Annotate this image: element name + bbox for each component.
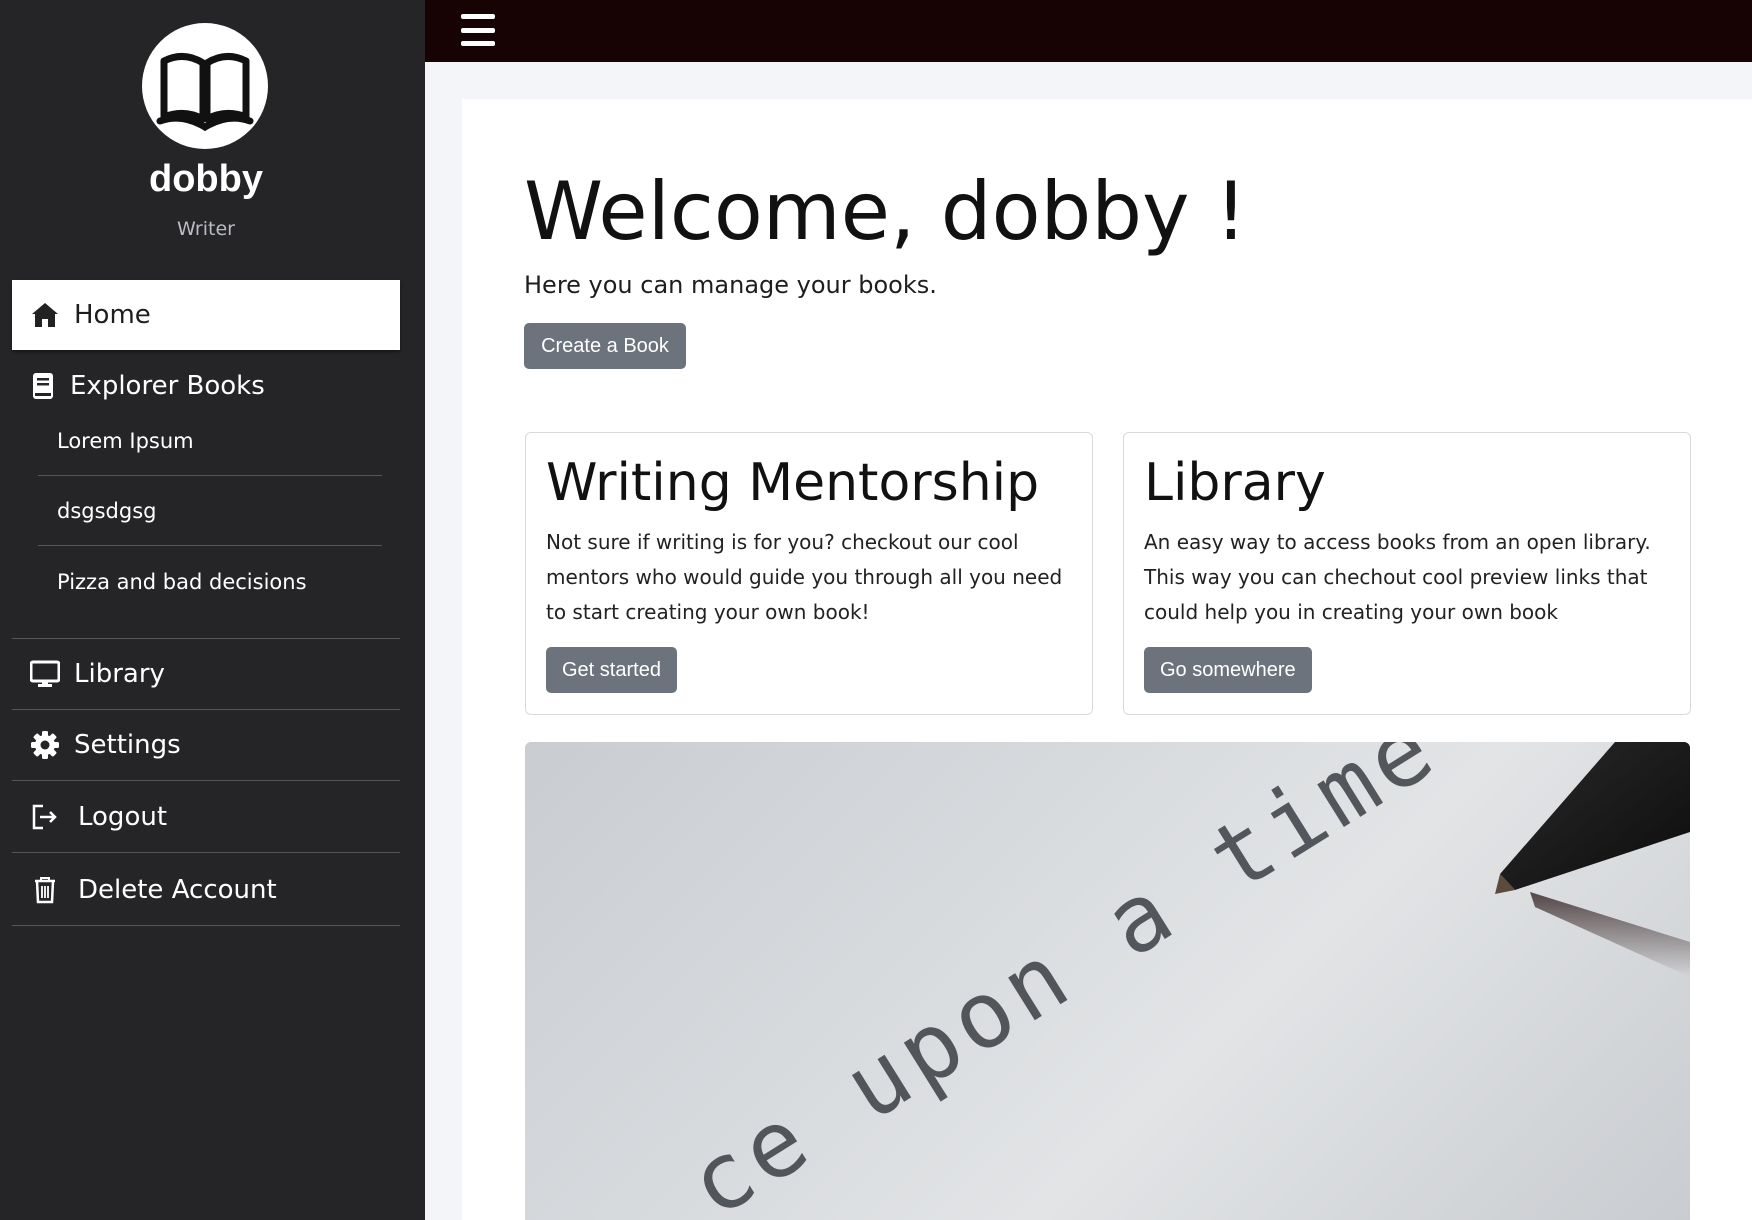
- home-icon: [30, 300, 60, 330]
- nav-library[interactable]: Library: [12, 638, 400, 710]
- book-item-dsgsdgsg[interactable]: dsgsdgsg: [38, 476, 382, 546]
- nav-logout[interactable]: Logout: [12, 781, 400, 853]
- get-started-button[interactable]: Get started: [546, 647, 677, 693]
- book-item-lorem-ipsum[interactable]: Lorem Ipsum: [38, 406, 382, 476]
- book-item-label: dsgsdgsg: [57, 498, 157, 523]
- card-library: Library An easy way to access books from…: [1123, 432, 1691, 715]
- page-title: Welcome, dobby !: [524, 165, 1247, 258]
- create-book-button[interactable]: Create a Book: [524, 323, 686, 369]
- nav-explorer-label: Explorer Books: [70, 371, 265, 401]
- hero-image-art: ce upon a time: [670, 742, 1690, 1220]
- nav-home[interactable]: Home: [12, 280, 400, 350]
- card-writing-mentorship: Writing Mentorship Not sure if writing i…: [525, 432, 1093, 715]
- card-title: Library: [1144, 453, 1326, 513]
- go-somewhere-button[interactable]: Go somewhere: [1144, 647, 1312, 693]
- nav-library-label: Library: [74, 658, 165, 689]
- main-content: Welcome, dobby ! Here you can manage you…: [462, 99, 1752, 1220]
- hero-image: ce upon a time: [525, 742, 1690, 1220]
- nav-home-label: Home: [74, 300, 151, 330]
- book-item-label: Lorem Ipsum: [57, 428, 194, 453]
- hero-text: ce upon a time: [670, 742, 1456, 1220]
- open-book-icon: [152, 33, 258, 139]
- monitor-icon: [30, 659, 60, 689]
- nav-delete-label: Delete Account: [78, 874, 277, 905]
- book-item-label: Pizza and bad decisions: [57, 570, 307, 594]
- user-role: Writer: [177, 218, 235, 240]
- nav-delete-account[interactable]: Delete Account: [12, 854, 400, 926]
- nav-settings-label: Settings: [74, 729, 181, 760]
- topbar: [425, 0, 1752, 62]
- nav-logout-label: Logout: [78, 801, 168, 832]
- book-icon: [28, 371, 58, 401]
- card-text: Not sure if writing is for you? checkout…: [546, 530, 1063, 624]
- card-title: Writing Mentorship: [546, 453, 1040, 513]
- avatar[interactable]: [142, 23, 268, 149]
- gear-icon: [30, 730, 60, 760]
- hamburger-icon[interactable]: [461, 14, 495, 46]
- card-text: An easy way to access books from an open…: [1144, 530, 1651, 624]
- logout-icon: [30, 802, 60, 832]
- user-name: dobby: [149, 158, 263, 200]
- trash-icon: [30, 875, 60, 905]
- book-item-pizza[interactable]: Pizza and bad decisions: [38, 547, 382, 617]
- nav-settings[interactable]: Settings: [12, 709, 400, 781]
- sidebar: dobby Writer Home Explorer Books Lorem I…: [0, 0, 425, 1220]
- page-subtitle: Here you can manage your books.: [524, 271, 937, 299]
